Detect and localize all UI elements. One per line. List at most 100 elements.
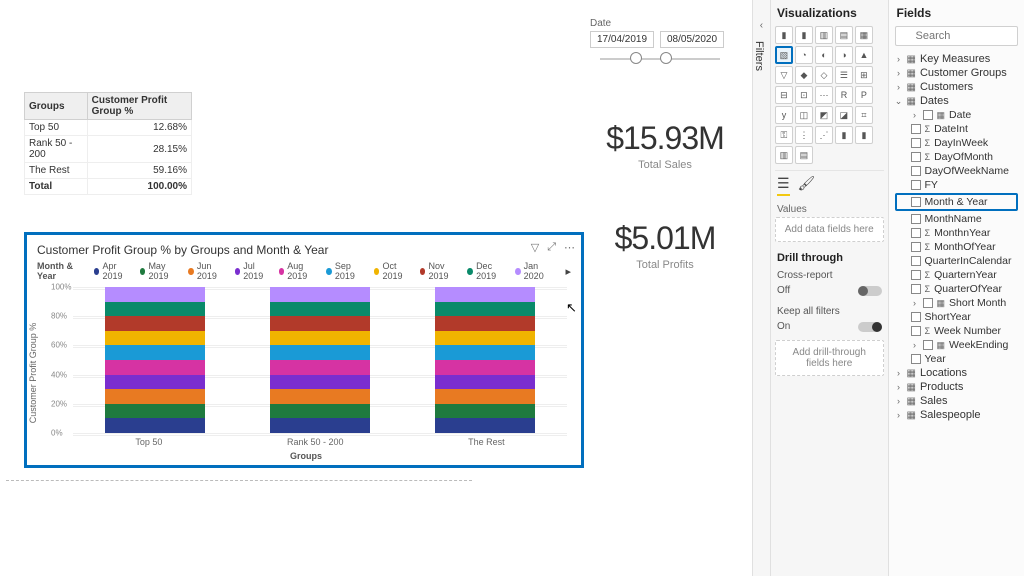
viz-type-picker[interactable]: ▮▮▥▤▦▧◔◐◑▲▽◆◇☰⊞⊟⊡⋯RPy◫◩◪⌗⚿⋮⋰▮▮▥▤ xyxy=(775,26,884,164)
viz-type-icon[interactable]: ▤ xyxy=(795,146,813,164)
slicer-to[interactable]: 08/05/2020 xyxy=(660,31,724,48)
bar-segment[interactable] xyxy=(105,331,205,346)
viz-type-icon[interactable]: ⋯ xyxy=(815,86,833,104)
legend-item[interactable]: Jul 2019 xyxy=(235,261,271,281)
field-item[interactable]: FY xyxy=(895,178,1019,192)
table-visual[interactable]: Groups Customer Profit Group % Top 5012.… xyxy=(24,92,192,195)
slicer-from[interactable]: 17/04/2019 xyxy=(590,31,654,48)
bar-segment[interactable] xyxy=(435,375,535,390)
viz-type-icon[interactable]: ▮ xyxy=(855,126,873,144)
checkbox[interactable] xyxy=(911,138,921,148)
field-table[interactable]: ›▦Salespeople xyxy=(895,408,1019,422)
viz-type-icon[interactable]: ▽ xyxy=(775,66,793,84)
viz-type-icon[interactable]: ⊡ xyxy=(795,86,813,104)
viz-type-icon[interactable]: ⋮ xyxy=(795,126,813,144)
bar-segment[interactable] xyxy=(270,287,370,302)
checkbox[interactable] xyxy=(911,270,921,280)
viz-type-icon[interactable]: P xyxy=(855,86,873,104)
checkbox[interactable] xyxy=(923,340,933,350)
table-row[interactable]: Top 5012.68% xyxy=(25,120,192,136)
table-header[interactable]: Customer Profit Group % xyxy=(87,93,191,120)
field-item[interactable]: ΣQuarterOfYear xyxy=(895,282,1019,296)
legend-item[interactable]: May 2019 xyxy=(140,261,180,281)
bar-segment[interactable] xyxy=(270,360,370,375)
field-item[interactable]: ΣDayInWeek xyxy=(895,136,1019,150)
legend-item[interactable]: Nov 2019 xyxy=(420,261,460,281)
slicer-handle-end[interactable] xyxy=(660,52,672,64)
viz-type-icon[interactable]: ▲ xyxy=(855,46,873,64)
bar-segment[interactable] xyxy=(105,287,205,302)
viz-type-icon[interactable]: ◪ xyxy=(835,106,853,124)
bar-segment[interactable] xyxy=(270,316,370,331)
bar-stack[interactable] xyxy=(435,287,535,433)
field-table[interactable]: ›▦Customer Groups xyxy=(895,66,1019,80)
checkbox[interactable] xyxy=(911,284,921,294)
bar-segment[interactable] xyxy=(435,331,535,346)
legend-item[interactable]: Apr 2019 xyxy=(94,261,132,281)
bar-segment[interactable] xyxy=(435,345,535,360)
field-table[interactable]: ›▦Customers xyxy=(895,80,1019,94)
bar-segment[interactable] xyxy=(435,302,535,317)
date-slicer[interactable]: Date 17/04/2019 08/05/2020 xyxy=(590,18,730,60)
legend-item[interactable]: Sep 2019 xyxy=(326,261,366,281)
filter-icon[interactable]: ▽ xyxy=(531,241,539,254)
field-item[interactable]: ΣWeek Number xyxy=(895,324,1019,338)
viz-type-icon[interactable]: ⊟ xyxy=(775,86,793,104)
viz-type-icon[interactable]: ▥ xyxy=(815,26,833,44)
bar-segment[interactable] xyxy=(435,316,535,331)
checkbox[interactable] xyxy=(923,298,933,308)
field-table[interactable]: ›▦Products xyxy=(895,380,1019,394)
checkbox[interactable] xyxy=(911,312,921,322)
legend-item[interactable]: Oct 2019 xyxy=(374,261,412,281)
bar-segment[interactable] xyxy=(105,360,205,375)
field-item[interactable]: Year xyxy=(895,352,1019,366)
checkbox[interactable] xyxy=(911,354,921,364)
bar-segment[interactable] xyxy=(105,418,205,433)
checkbox[interactable] xyxy=(911,214,921,224)
legend-item[interactable]: Dec 2019 xyxy=(467,261,507,281)
drillthrough-well[interactable]: Add drill-through fields here xyxy=(775,340,884,376)
field-item[interactable]: ShortYear xyxy=(895,310,1019,324)
bar-segment[interactable] xyxy=(105,316,205,331)
viz-type-icon[interactable]: y xyxy=(775,106,793,124)
field-item[interactable]: ΣDayOfMonth xyxy=(895,150,1019,164)
bar-segment[interactable] xyxy=(270,404,370,419)
card-total-profits[interactable]: $5.01M Total Profits xyxy=(590,220,740,271)
format-tab-icon[interactable]: 🖌 xyxy=(798,175,816,196)
viz-type-icon[interactable]: ◔ xyxy=(795,46,813,64)
viz-type-icon[interactable]: ⊞ xyxy=(855,66,873,84)
table-row[interactable]: Rank 50 - 20028.15% xyxy=(25,136,192,163)
viz-type-icon[interactable]: ◇ xyxy=(815,66,833,84)
legend-item[interactable]: Jan 2020 xyxy=(515,261,553,281)
bar-segment[interactable] xyxy=(270,375,370,390)
field-item[interactable]: ΣMonthOfYear xyxy=(895,240,1019,254)
fields-search-input[interactable] xyxy=(895,26,1019,46)
viz-type-icon[interactable]: ▮ xyxy=(795,26,813,44)
field-item[interactable]: ΣQuarternYear xyxy=(895,268,1019,282)
bar-segment[interactable] xyxy=(435,389,535,404)
cross-report-toggle[interactable] xyxy=(858,286,882,296)
bar-segment[interactable] xyxy=(270,389,370,404)
keep-filters-toggle[interactable] xyxy=(858,322,882,332)
table-header[interactable]: Groups xyxy=(25,93,88,120)
fields-tab-icon[interactable]: ☰ xyxy=(777,175,790,196)
bar-segment[interactable] xyxy=(270,345,370,360)
checkbox[interactable] xyxy=(911,256,921,266)
field-item[interactable]: ›▦Short Month xyxy=(895,296,1019,310)
viz-type-icon[interactable]: ▤ xyxy=(835,26,853,44)
viz-type-icon[interactable]: ⚿ xyxy=(775,126,793,144)
focus-mode-icon[interactable]: ⤢ xyxy=(547,241,556,254)
values-well[interactable]: Add data fields here xyxy=(775,217,884,242)
checkbox[interactable] xyxy=(911,326,921,336)
viz-type-icon[interactable]: ⋰ xyxy=(815,126,833,144)
more-options-icon[interactable]: ⋯ xyxy=(564,241,575,254)
bar-segment[interactable] xyxy=(105,389,205,404)
field-table[interactable]: ›▦Sales xyxy=(895,394,1019,408)
bar-segment[interactable] xyxy=(270,302,370,317)
fields-tree[interactable]: ›▦Key Measures›▦Customer Groups›▦Custome… xyxy=(895,52,1019,422)
viz-type-icon[interactable]: ◆ xyxy=(795,66,813,84)
field-item[interactable]: ΣDateInt xyxy=(895,122,1019,136)
table-row[interactable]: The Rest59.16% xyxy=(25,163,192,179)
viz-type-icon[interactable]: ◩ xyxy=(815,106,833,124)
field-item[interactable]: QuarterInCalendar xyxy=(895,254,1019,268)
